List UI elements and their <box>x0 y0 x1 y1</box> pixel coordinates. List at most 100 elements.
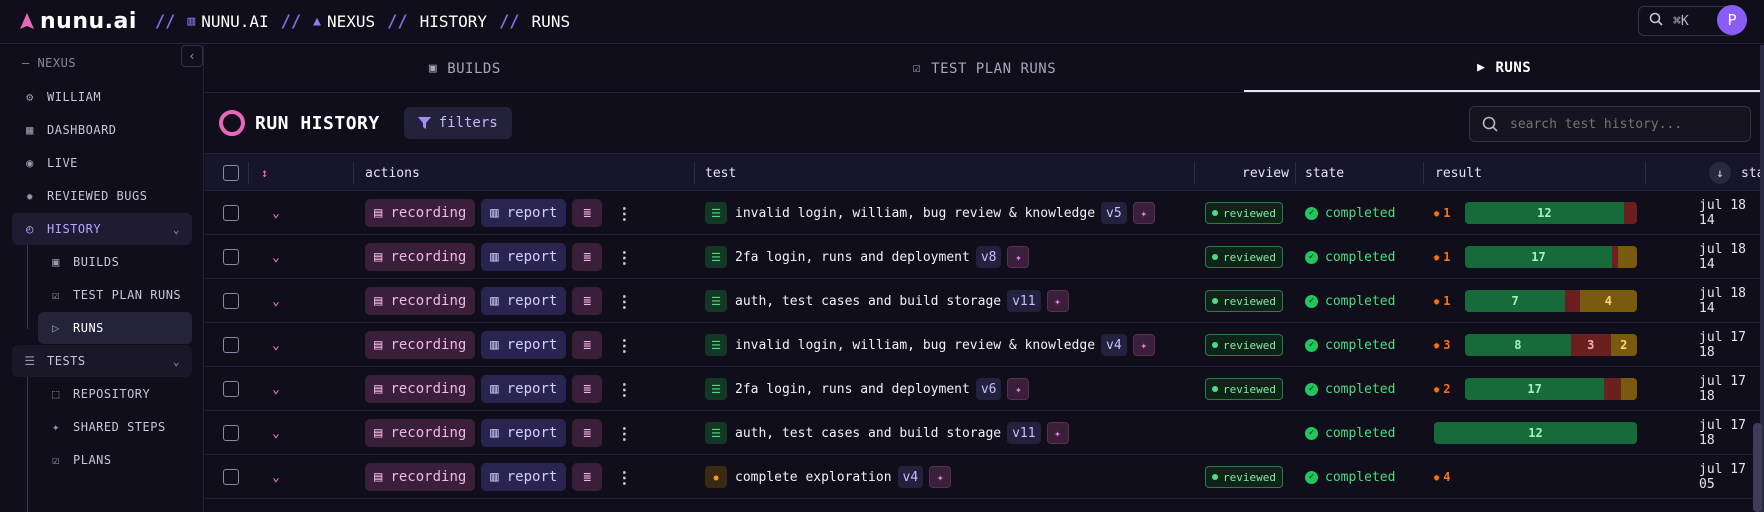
chevron-down-icon[interactable]: ⌄ <box>272 382 280 397</box>
steps-button[interactable]: ≣ <box>572 199 603 227</box>
report-button[interactable]: ▥ report <box>481 243 567 271</box>
test-name[interactable]: invalid login, william, bug review & kno… <box>735 338 1095 353</box>
result-bar[interactable]: 17 <box>1465 378 1637 400</box>
more-options-icon[interactable]: ⋮ <box>616 248 632 267</box>
breadcrumb-item[interactable]: RUNS <box>532 12 571 31</box>
result-bar[interactable]: 12 <box>1434 422 1637 444</box>
recording-button[interactable]: ▤ recording <box>365 287 476 315</box>
test-name[interactable]: invalid login, william, bug review & kno… <box>735 206 1095 221</box>
bug-count[interactable]: ✹ 2 <box>1433 382 1450 396</box>
result-bar[interactable]: 74 <box>1465 290 1637 312</box>
recording-button[interactable]: ▤ recording <box>365 243 476 271</box>
chevron-down-icon[interactable]: ⌄ <box>272 294 280 309</box>
steps-button[interactable]: ≣ <box>572 287 603 315</box>
more-options-icon[interactable]: ⋮ <box>616 336 632 355</box>
sidebar-item-plans[interactable]: ☑ PLANS <box>38 444 192 476</box>
sparkle-icon[interactable]: ✦ <box>1046 290 1069 312</box>
sidebar-item-test-plan-runs[interactable]: ☑ TEST PLAN RUNS <box>38 279 192 311</box>
report-button[interactable]: ▥ report <box>481 463 567 491</box>
version-badge[interactable]: v6 <box>975 378 1002 400</box>
row-checkbox[interactable] <box>223 425 239 441</box>
tab-runs[interactable]: ▶ RUNS <box>1244 45 1764 92</box>
bug-count[interactable]: ✹ 4 <box>1433 470 1450 484</box>
sidebar-item-shared-steps[interactable]: ✦ SHARED STEPS <box>38 411 192 443</box>
recording-button[interactable]: ▤ recording <box>365 375 476 403</box>
sidebar-item-repository[interactable]: ⬚ REPOSITORY <box>38 378 192 410</box>
breadcrumb-item[interactable]: ▲ NEXUS <box>313 12 375 31</box>
row-checkbox[interactable] <box>223 205 239 221</box>
more-options-icon[interactable]: ⋮ <box>616 204 632 223</box>
more-options-icon[interactable]: ⋮ <box>616 292 632 311</box>
bug-count[interactable]: ✹ 1 <box>1433 250 1450 264</box>
history-search[interactable] <box>1469 106 1751 142</box>
row-checkbox[interactable] <box>223 337 239 353</box>
collapse-sidebar-button[interactable]: ‹ <box>181 45 203 67</box>
report-button[interactable]: ▥ report <box>481 199 567 227</box>
test-name[interactable]: auth, test cases and build storage <box>735 294 1001 309</box>
chevron-down-icon[interactable]: ⌄ <box>272 250 280 265</box>
sidebar-item-builds[interactable]: ▣ BUILDS <box>38 246 192 278</box>
row-checkbox[interactable] <box>223 293 239 309</box>
chevron-down-icon[interactable]: ⌄ <box>272 426 280 441</box>
report-button[interactable]: ▥ report <box>481 419 567 447</box>
result-bar[interactable]: 17 <box>1465 246 1637 268</box>
table-row[interactable]: ⌄ ▤ recording ▥ report ≣ ⋮ ☰ auth, test cases an… <box>205 279 1764 323</box>
filters-button[interactable]: filters <box>403 107 512 139</box>
recording-button[interactable]: ▤ recording <box>365 419 476 447</box>
select-all-checkbox[interactable] <box>223 165 239 181</box>
table-row[interactable]: ⌄ ▤ recording ▥ report ≣ ⋮ ☰ 2fa login, runs and… <box>205 235 1764 279</box>
tab-test-plan-runs[interactable]: ☑ TEST PLAN RUNS <box>725 45 1245 92</box>
more-options-icon[interactable]: ⋮ <box>616 380 632 399</box>
table-row[interactable]: ⌄ ▤ recording ▥ report ≣ ⋮ ✸ complete exploratio… <box>205 455 1764 499</box>
test-name[interactable]: complete exploration <box>735 470 892 485</box>
test-name[interactable]: auth, test cases and build storage <box>735 426 1001 441</box>
avatar[interactable]: P <box>1717 5 1747 35</box>
version-badge[interactable]: v11 <box>1007 422 1041 444</box>
sparkle-icon[interactable]: ✦ <box>1007 378 1030 400</box>
sidebar-item-history[interactable]: ◴ HISTORY ⌄ <box>12 213 192 245</box>
sparkle-icon[interactable]: ✦ <box>1046 422 1069 444</box>
steps-button[interactable]: ≣ <box>572 243 603 271</box>
bug-count[interactable]: ✹ 1 <box>1433 294 1450 308</box>
sidebar-item-dashboard[interactable]: ▦ DASHBOARD <box>12 114 192 146</box>
column-test[interactable]: test <box>705 154 736 192</box>
column-started[interactable]: ↓ star <box>1709 154 1764 192</box>
sidebar-item-william[interactable]: ⚙ WILLIAM <box>12 81 192 113</box>
chevron-down-icon[interactable]: ⌄ <box>272 206 280 221</box>
steps-button[interactable]: ≣ <box>572 463 603 491</box>
column-review[interactable]: review <box>1242 154 1289 192</box>
breadcrumb-item[interactable]: ▥ NUNU.AI <box>187 12 268 31</box>
test-name[interactable]: 2fa login, runs and deployment <box>735 382 970 397</box>
version-badge[interactable]: v4 <box>897 466 924 488</box>
sparkle-icon[interactable]: ✦ <box>929 466 952 488</box>
column-state[interactable]: state <box>1305 154 1344 192</box>
breadcrumb-item[interactable]: HISTORY <box>420 12 487 31</box>
expand-all-button[interactable]: ↕ <box>261 154 268 192</box>
sidebar-item-runs[interactable]: ▷ RUNS <box>38 312 192 344</box>
version-badge[interactable]: v5 <box>1101 202 1127 224</box>
sparkle-icon[interactable]: ✦ <box>1132 334 1155 356</box>
recording-button[interactable]: ▤ recording <box>365 331 476 359</box>
version-badge[interactable]: v8 <box>975 246 1002 268</box>
sidebar-item-tests[interactable]: ☰ TESTS ⌄ <box>12 345 192 377</box>
sparkle-icon[interactable]: ✦ <box>1007 246 1030 268</box>
report-button[interactable]: ▥ report <box>481 287 567 315</box>
table-row[interactable]: ⌄ ▤ recording ▥ report ≣ ⋮ ☰ invalid login, will… <box>205 323 1764 367</box>
row-checkbox[interactable] <box>223 469 239 485</box>
report-button[interactable]: ▥ report <box>481 331 567 359</box>
table-row[interactable]: ⌄ ▤ recording ▥ report ≣ ⋮ ☰ auth, test cases an… <box>205 411 1764 455</box>
row-checkbox[interactable] <box>223 249 239 265</box>
bug-count[interactable]: ✹ 1 <box>1433 206 1450 220</box>
result-bar[interactable]: 12 <box>1465 202 1637 224</box>
version-badge[interactable]: v4 <box>1101 334 1127 356</box>
result-bar[interactable]: 832 <box>1465 334 1637 356</box>
report-button[interactable]: ▥ report <box>481 375 567 403</box>
steps-button[interactable]: ≣ <box>572 375 603 403</box>
chevron-down-icon[interactable]: ⌄ <box>272 338 280 353</box>
sidebar-item-live[interactable]: ◉ LIVE <box>12 147 192 179</box>
version-badge[interactable]: v11 <box>1007 290 1041 312</box>
nunu-logo[interactable]: nunu.ai <box>20 9 137 34</box>
scrollbar-thumb[interactable] <box>1753 423 1762 512</box>
more-options-icon[interactable]: ⋮ <box>616 468 632 487</box>
chevron-down-icon[interactable]: ⌄ <box>272 470 280 485</box>
